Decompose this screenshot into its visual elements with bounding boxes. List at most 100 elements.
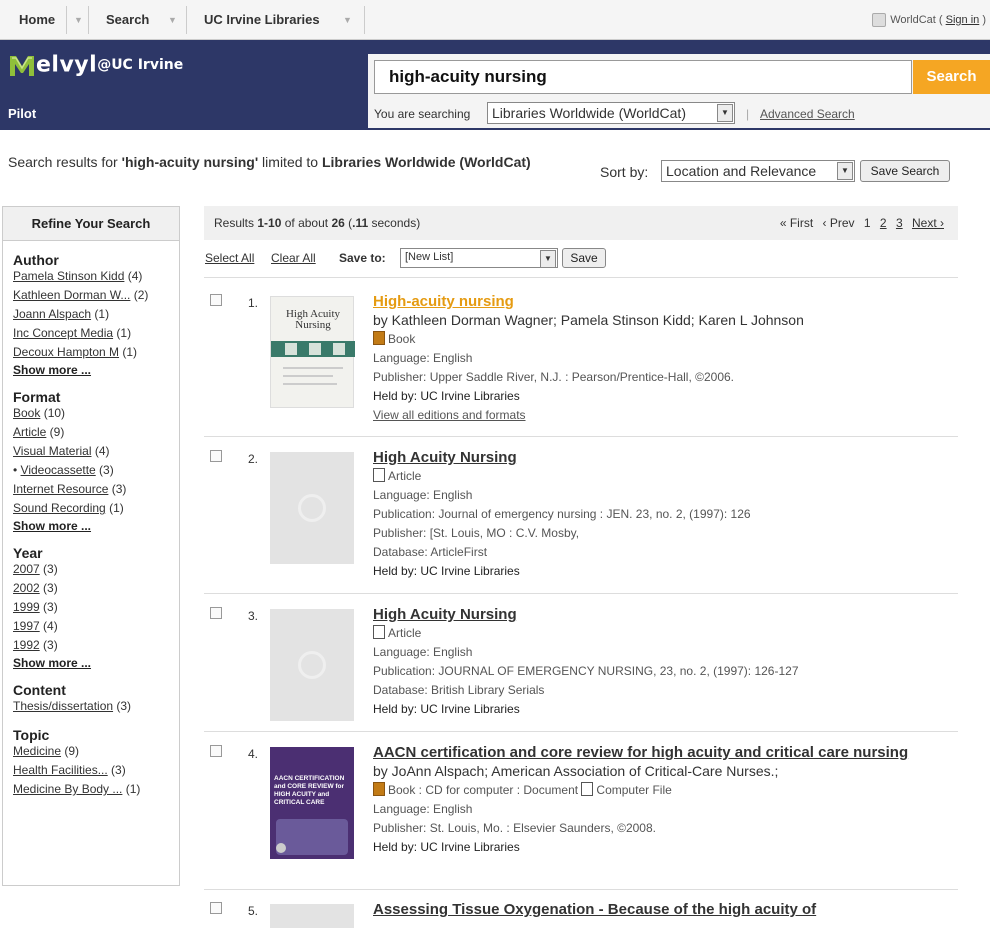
pilot-label: Pilot — [8, 106, 37, 121]
scope-select[interactable]: Libraries Worldwide (WorldCat) ▼ — [487, 102, 735, 124]
facet-link[interactable]: Videocassette — [21, 463, 96, 477]
placeholder-icon — [298, 494, 326, 522]
facet-link[interactable]: Pamela Stinson Kidd — [13, 269, 124, 283]
nav-search[interactable]: Search — [106, 0, 149, 40]
facet-item[interactable]: Book (10) — [13, 404, 179, 423]
page-1[interactable]: 1 — [864, 216, 871, 230]
cover-placeholder — [270, 452, 354, 564]
facet-item[interactable]: Visual Material (4) — [13, 442, 179, 461]
record-title-link[interactable]: High Acuity Nursing — [373, 448, 953, 467]
clear-all-link[interactable]: Clear All — [271, 251, 316, 265]
facet-item[interactable]: Medicine (9) — [13, 742, 179, 761]
sort-value: Location and Relevance — [666, 163, 817, 179]
record-format: Book — [373, 330, 953, 349]
facet-link[interactable]: Sound Recording — [13, 501, 106, 515]
facet-link[interactable]: Joann Alspach — [13, 307, 91, 321]
result-record: 4. AACN CERTIFICATION and CORE REVIEW fo… — [206, 743, 956, 883]
page-3[interactable]: 3 — [896, 216, 903, 230]
record-title-link[interactable]: Assessing Tissue Oxygenation - Because o… — [373, 900, 953, 919]
facet-count: (3) — [39, 581, 58, 595]
record-checkbox[interactable] — [210, 450, 222, 462]
sort-select[interactable]: Location and Relevance ▼ — [661, 160, 855, 182]
facet-item[interactable]: 2007 (3) — [13, 560, 179, 579]
record-title-link[interactable]: High Acuity Nursing — [373, 605, 953, 624]
facet-item[interactable]: Inc Concept Media (1) — [13, 324, 179, 343]
facet-link[interactable]: Decoux Hampton M — [13, 345, 119, 359]
cover-line — [283, 375, 333, 377]
summary-scope: Libraries Worldwide (WorldCat) — [321, 154, 531, 170]
record-checkbox[interactable] — [210, 902, 222, 914]
melvyl-logo[interactable]: elvyl@UC Irvine — [8, 52, 183, 78]
result-record: 5. Assessing Tissue Oxygenation - Becaus… — [206, 900, 956, 928]
logo-sub: @UC Irvine — [97, 57, 184, 73]
facet-item[interactable]: Thesis/dissertation (3) — [13, 697, 179, 716]
chevron-down-icon[interactable]: ▼ — [74, 0, 83, 40]
facet-item[interactable]: Sound Recording (1) — [13, 499, 179, 518]
facet-item[interactable]: Joann Alspach (1) — [13, 305, 179, 324]
facet-link[interactable]: Thesis/dissertation — [13, 699, 113, 713]
facet-link[interactable]: 1992 — [13, 638, 40, 652]
cover-placeholder — [270, 609, 354, 721]
book-cover-image[interactable]: High Acuity Nursing — [270, 296, 355, 408]
next-page-link[interactable]: Next › — [912, 216, 944, 230]
view-editions-link[interactable]: View all editions and formats — [373, 406, 953, 425]
chevron-down-icon[interactable]: ▼ — [168, 0, 177, 40]
record-checkbox[interactable] — [210, 607, 222, 619]
facet-item[interactable]: 2002 (3) — [13, 579, 179, 598]
search-button[interactable]: Search — [913, 60, 990, 94]
save-button[interactable]: Save — [562, 248, 606, 268]
save-search-button[interactable]: Save Search — [860, 160, 950, 182]
facet-item[interactable]: 1997 (4) — [13, 617, 179, 636]
facet-item[interactable]: Internet Resource (3) — [13, 480, 179, 499]
facet-link[interactable]: Visual Material — [13, 444, 91, 458]
facet-item[interactable]: • Videocassette (3) — [13, 461, 179, 480]
record-checkbox[interactable] — [210, 294, 222, 306]
nav-library[interactable]: UC Irvine Libraries — [204, 0, 320, 40]
page-2[interactable]: 2 — [880, 216, 887, 230]
facet-link[interactable]: Health Facilities... — [13, 763, 108, 777]
book-cover-image[interactable]: AACN CERTIFICATION and CORE REVIEW for H… — [270, 747, 354, 859]
show-more-link[interactable]: Show more ... — [13, 362, 179, 378]
facet-link[interactable]: Internet Resource — [13, 482, 108, 496]
facet-link[interactable]: Book — [13, 406, 40, 420]
facet-item[interactable]: Pamela Stinson Kidd (4) — [13, 267, 179, 286]
record-title-link[interactable]: AACN certification and core review for h… — [373, 743, 953, 762]
facet-link[interactable]: Medicine — [13, 744, 61, 758]
facet-link[interactable]: Kathleen Dorman W... — [13, 288, 130, 302]
facet-item[interactable]: Decoux Hampton M (1) — [13, 343, 179, 362]
record-title-link[interactable]: High-acuity nursing — [373, 292, 953, 311]
select-all-link[interactable]: Select All — [205, 251, 254, 265]
facet-title: Content — [13, 682, 66, 698]
facet-link[interactable]: 1997 — [13, 619, 40, 633]
facet-link[interactable]: 2002 — [13, 581, 40, 595]
list-select[interactable]: [New List] ▼ — [400, 248, 558, 268]
facet-link[interactable]: 1999 — [13, 600, 40, 614]
record-checkbox[interactable] — [210, 745, 222, 757]
facet-item[interactable]: 1999 (3) — [13, 598, 179, 617]
cover-photo — [285, 343, 297, 355]
search-input[interactable]: high-acuity nursing — [374, 60, 912, 94]
first-page-link[interactable]: « First — [780, 216, 813, 230]
facet-item[interactable]: Medicine By Body ... (1) — [13, 780, 179, 799]
facet-title: Year — [13, 545, 43, 561]
nav-home[interactable]: Home — [19, 0, 55, 40]
facet-item[interactable]: Health Facilities... (3) — [13, 761, 179, 780]
sign-in-link[interactable]: Sign in — [946, 14, 980, 26]
chevron-down-icon[interactable]: ▼ — [343, 0, 352, 40]
facet-count: (9) — [61, 744, 80, 758]
facet-link[interactable]: 2007 — [13, 562, 40, 576]
facet-item[interactable]: Kathleen Dorman W... (2) — [13, 286, 179, 305]
facet-link[interactable]: Article — [13, 425, 46, 439]
facet-link[interactable]: Inc Concept Media — [13, 326, 113, 340]
facet-link[interactable]: Medicine By Body ... — [13, 782, 122, 796]
search-summary: Search results for 'high-acuity nursing'… — [8, 152, 568, 172]
cover-line — [283, 383, 337, 385]
facet-item[interactable]: 1992 (3) — [13, 636, 179, 655]
show-more-link[interactable]: Show more ... — [13, 518, 179, 534]
chevron-down-icon: ▼ — [540, 250, 556, 268]
show-more-link[interactable]: Show more ... — [13, 655, 179, 671]
advanced-search-link[interactable]: Advanced Search — [760, 107, 855, 121]
prev-page-link[interactable]: ‹ Prev — [823, 216, 855, 230]
worldcat-label: WorldCat ( — [890, 14, 943, 26]
facet-item[interactable]: Article (9) — [13, 423, 179, 442]
